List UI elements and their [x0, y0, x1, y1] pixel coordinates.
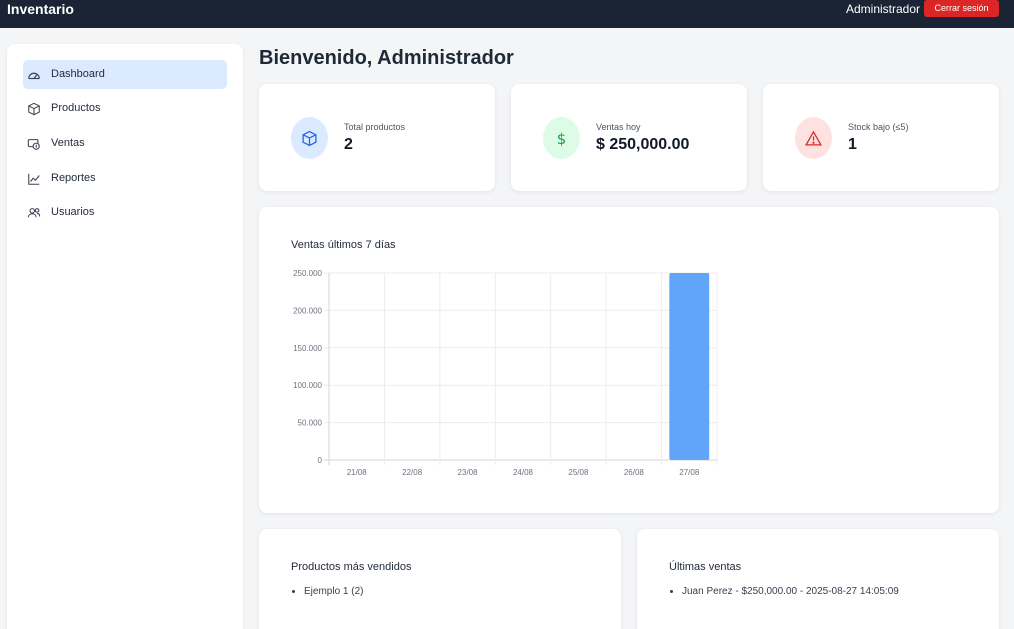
- y-tick-label: 250.000: [293, 269, 322, 278]
- sales-bar-chart: 0 50.000 100.000 150.000 200.000 250.000 21/08…: [293, 269, 718, 477]
- recent-sales-card: Últimas ventas Juan Perez - $250,000.00 …: [637, 529, 999, 629]
- stat-card-total-productos: Total productos 2: [259, 84, 495, 191]
- top-products-card: Productos más vendidos Ejemplo 1 (2): [259, 529, 621, 629]
- stat-value: 2: [344, 136, 353, 153]
- list-item: Juan Perez - $250,000.00 - 2025-08-27 14…: [682, 586, 899, 598]
- recent-sales-title: Últimas ventas: [669, 561, 742, 573]
- top-products-title: Productos más vendidos: [291, 561, 412, 573]
- sidebar-item-reportes[interactable]: Reportes: [23, 164, 227, 193]
- sidebar-item-dashboard[interactable]: Dashboard: [23, 60, 227, 89]
- stat-label: Stock bajo (≤5): [848, 122, 909, 132]
- top-products-list: Ejemplo 1 (2): [304, 586, 363, 598]
- cash-icon: [27, 139, 40, 150]
- y-tick-label: 0: [318, 456, 323, 465]
- svg-text:$: $: [557, 130, 566, 147]
- sidebar-item-label: Dashboard: [51, 68, 105, 80]
- stat-card-ventas-hoy: $ Ventas hoy $ 250,000.00: [511, 84, 747, 191]
- recent-sales-list: Juan Perez - $250,000.00 - 2025-08-27 14…: [682, 586, 899, 598]
- x-tick-label: 24/08: [513, 468, 534, 477]
- sidebar: Dashboard Productos Ventas Reportes Usua…: [7, 44, 243, 629]
- sidebar-item-productos[interactable]: Productos: [23, 94, 227, 123]
- chart-line-icon: [28, 173, 40, 185]
- bar: [669, 273, 710, 460]
- x-tick-label: 27/08: [679, 468, 700, 477]
- page-title: Bienvenido, Administrador: [259, 47, 514, 69]
- sidebar-item-label: Usuarios: [51, 206, 95, 218]
- gauge-icon: [28, 72, 40, 80]
- sidebar-item-usuarios[interactable]: Usuarios: [23, 198, 227, 227]
- users-icon: [27, 208, 41, 218]
- y-tick-label: 150.000: [293, 344, 322, 353]
- stat-card-stock-bajo: Stock bajo (≤5) 1: [763, 84, 999, 191]
- stat-icon-badge: [795, 117, 832, 159]
- stat-icon-badge: [291, 117, 328, 159]
- y-tick-label: 100.000: [293, 381, 322, 390]
- stat-label: Ventas hoy: [596, 122, 641, 132]
- sales-chart-card: Ventas últimos 7 días 0 50.000 100.000 150.…: [259, 207, 999, 513]
- sidebar-item-ventas[interactable]: Ventas: [23, 129, 227, 158]
- x-tick-label: 21/08: [347, 468, 368, 477]
- x-tick-label: 23/08: [458, 468, 479, 477]
- logout-button[interactable]: Cerrar sesión: [924, 0, 999, 17]
- dollar-icon: $: [557, 130, 566, 147]
- x-tick-label: 26/08: [624, 468, 645, 477]
- warning-icon: [805, 130, 822, 146]
- y-tick-label: 50.000: [298, 419, 323, 428]
- app-title: Inventario: [7, 1, 74, 17]
- x-tick-label: 22/08: [402, 468, 423, 477]
- y-tick-label: 200.000: [293, 306, 322, 315]
- stat-icon-badge: $: [543, 117, 580, 159]
- sidebar-item-label: Ventas: [51, 137, 85, 149]
- stat-label: Total productos: [344, 122, 406, 132]
- box-icon: [28, 102, 40, 116]
- top-bar: Inventario Administrador Cerrar sesión: [0, 0, 1014, 28]
- sidebar-item-label: Productos: [51, 102, 101, 114]
- x-tick-label: 25/08: [568, 468, 589, 477]
- sidebar-item-label: Reportes: [51, 172, 96, 184]
- user-name: Administrador: [846, 2, 921, 16]
- list-item: Ejemplo 1 (2): [304, 586, 363, 598]
- stat-value: $ 250,000.00: [596, 136, 690, 153]
- stat-value: 1: [848, 136, 857, 153]
- box-icon: [302, 130, 317, 147]
